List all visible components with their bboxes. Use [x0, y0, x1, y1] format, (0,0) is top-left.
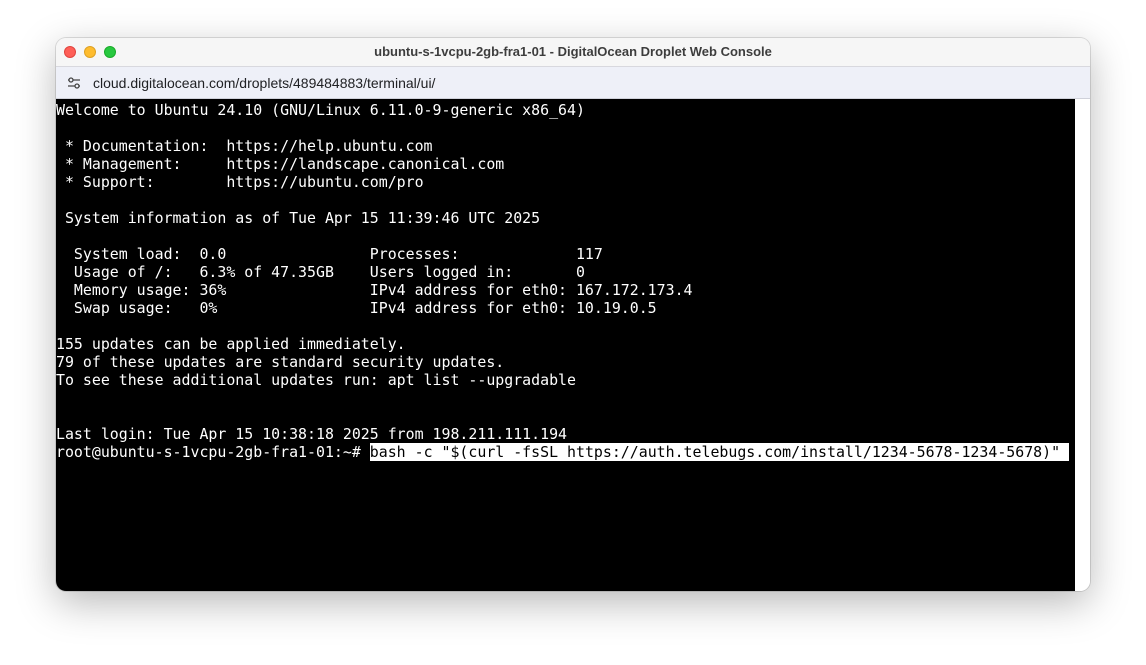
terminal-line: * Documentation: https://help.ubuntu.com [56, 137, 433, 155]
prompt-line[interactable]: root@ubuntu-s-1vcpu-2gb-fra1-01:~# bash … [56, 443, 1070, 461]
terminal-line: Memory usage: 36% IPv4 address for eth0:… [56, 281, 693, 299]
terminal-line: System load: 0.0 Processes: 117 [56, 245, 603, 263]
terminal[interactable]: Welcome to Ubuntu 24.10 (GNU/Linux 6.11.… [56, 99, 1075, 591]
terminal-line: Welcome to Ubuntu 24.10 (GNU/Linux 6.11.… [56, 101, 585, 119]
terminal-line: Usage of /: 6.3% of 47.35GB Users logged… [56, 263, 585, 281]
browser-window: ubuntu-s-1vcpu-2gb-fra1-01 - DigitalOcea… [56, 38, 1090, 591]
terminal-line: System information as of Tue Apr 15 11:3… [56, 209, 541, 227]
window-title: ubuntu-s-1vcpu-2gb-fra1-01 - DigitalOcea… [374, 44, 772, 59]
terminal-line: Last login: Tue Apr 15 10:38:18 2025 fro… [56, 425, 568, 443]
shell-prompt: root@ubuntu-s-1vcpu-2gb-fra1-01:~# [56, 443, 370, 461]
url-text[interactable]: cloud.digitalocean.com/droplets/48948488… [93, 75, 435, 91]
terminal-line: To see these additional updates run: apt… [56, 371, 576, 389]
title-bar[interactable]: ubuntu-s-1vcpu-2gb-fra1-01 - DigitalOcea… [56, 38, 1090, 66]
command-input[interactable]: bash -c "$(curl -fsSL https://auth.teleb… [369, 443, 1070, 461]
terminal-line: 155 updates can be applied immediately. [56, 335, 406, 353]
site-settings-icon[interactable] [66, 75, 82, 91]
terminal-line: * Support: https://ubuntu.com/pro [56, 173, 424, 191]
terminal-line: Swap usage: 0% IPv4 address for eth0: 10… [56, 299, 657, 317]
terminal-line: 79 of these updates are standard securit… [56, 353, 505, 371]
terminal-output: Welcome to Ubuntu 24.10 (GNU/Linux 6.11.… [56, 101, 1070, 461]
terminal-scrollbar[interactable] [1075, 99, 1090, 591]
address-bar[interactable]: cloud.digitalocean.com/droplets/48948488… [56, 66, 1090, 99]
terminal-line: * Management: https://landscape.canonica… [56, 155, 505, 173]
